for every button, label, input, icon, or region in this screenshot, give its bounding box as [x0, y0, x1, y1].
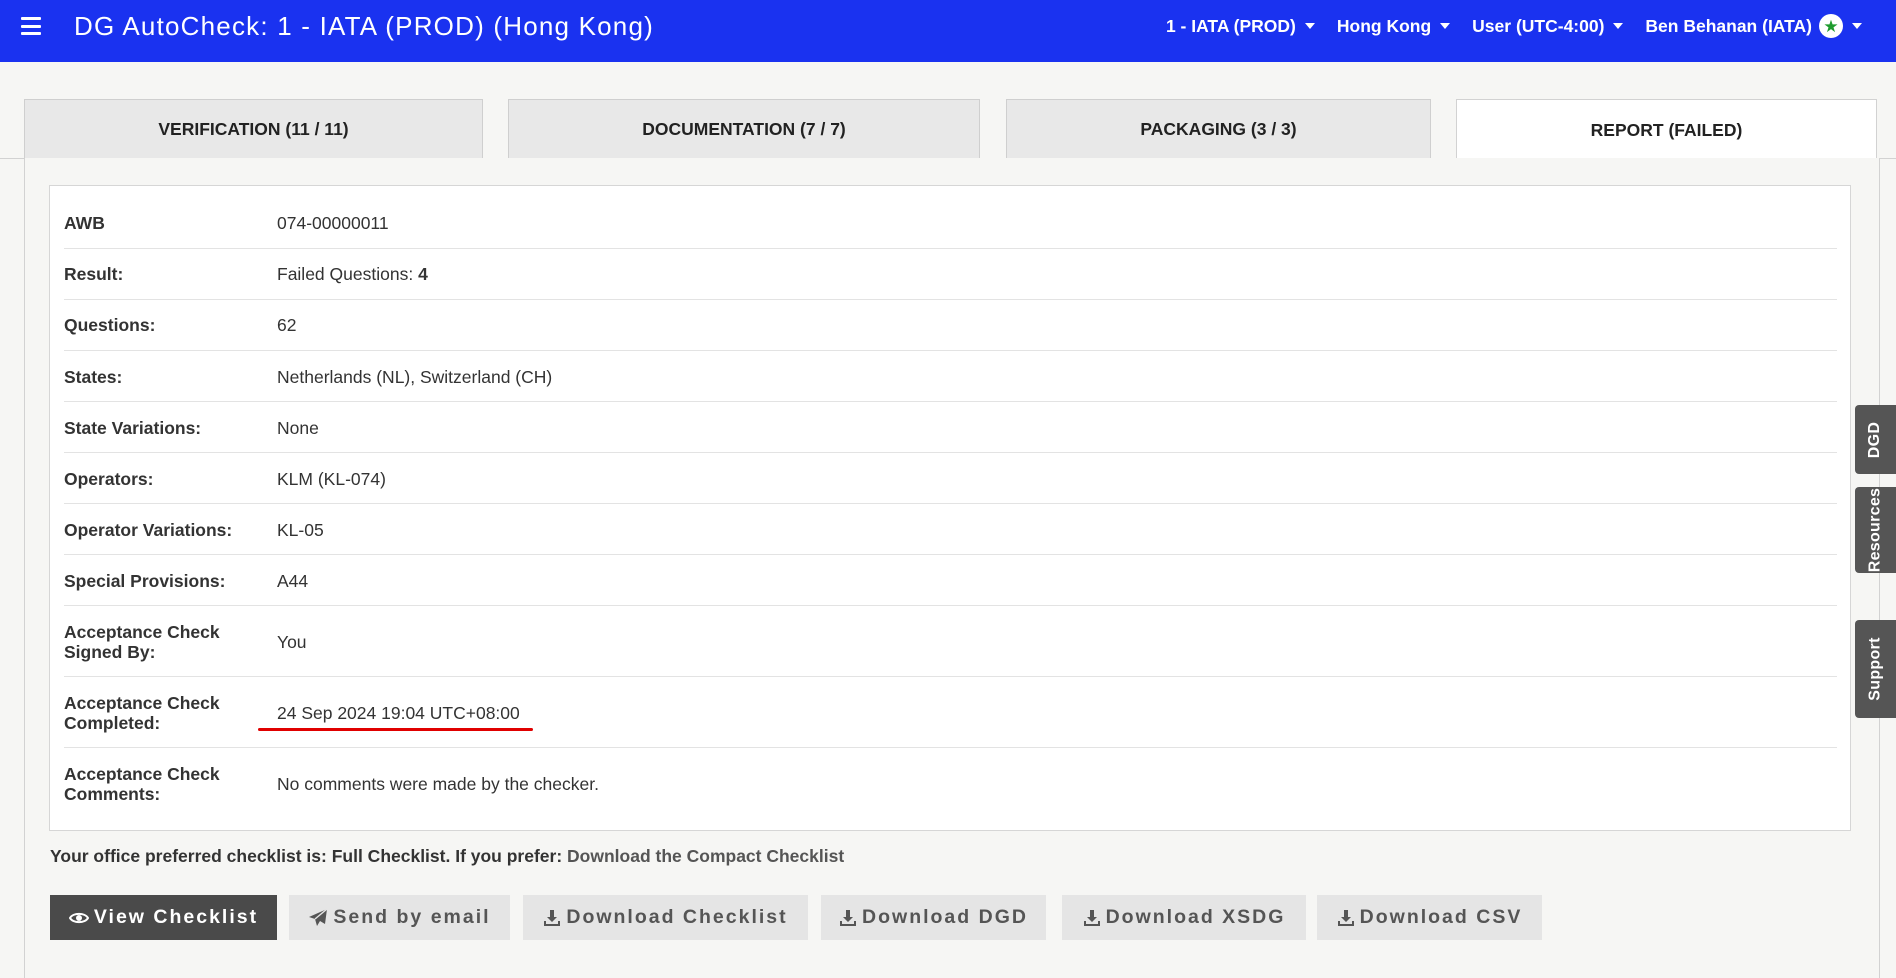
download-dgd-button[interactable]: Download DGD — [821, 895, 1046, 940]
failed-questions-label: Failed Questions: — [277, 264, 414, 284]
completed-timestamp: 24 Sep 2024 19:04 UTC+08:00 — [277, 703, 520, 723]
user-label: Ben Behanan (IATA) — [1645, 15, 1812, 36]
paper-plane-icon — [308, 907, 328, 928]
side-tab-resources[interactable]: Resources — [1855, 487, 1896, 573]
caret-down-icon — [1440, 23, 1451, 29]
row-label: Acceptance Check Signed By: — [64, 622, 220, 662]
row-label: Operator Variations: — [64, 520, 233, 540]
row-value: 62 — [277, 315, 297, 335]
download-xsdg-button[interactable]: Download XSDG — [1062, 895, 1306, 940]
hamburger-menu-icon[interactable] — [21, 17, 41, 35]
report-row-operator-variations: Operator Variations: KL-05 — [64, 504, 1837, 555]
row-value: No comments were made by the checker. — [277, 774, 599, 794]
send-by-email-button[interactable]: Send by email — [289, 895, 510, 940]
report-summary-table: AWB 074-00000011 Result: Failed Question… — [49, 185, 1851, 831]
top-menu: 1 - IATA (PROD) Hong Kong User (UTC-4:00… — [1144, 14, 1862, 38]
row-label: Questions: — [64, 315, 156, 335]
row-value: None — [277, 418, 319, 438]
row-label: Acceptance Check Completed: — [64, 693, 220, 733]
row-value: A44 — [277, 571, 309, 591]
star-icon: ★ — [1819, 14, 1843, 38]
report-row-special-provisions: Special Provisions: A44 — [64, 555, 1837, 606]
row-value: Failed Questions: 4 — [277, 264, 428, 285]
row-value: You — [277, 632, 307, 652]
top-navbar: DG AutoCheck: 1 - IATA (PROD) (Hong Kong… — [0, 0, 1896, 62]
caret-down-icon — [1852, 23, 1862, 29]
row-value: KLM (KL-074) — [277, 469, 386, 489]
send-by-email-label: Send by email — [333, 906, 491, 928]
tab-report[interactable]: REPORT (FAILED) — [1456, 99, 1877, 160]
checklist-preference-note: Your office preferred checklist is: Full… — [50, 846, 844, 867]
download-csv-label: Download CSV — [1359, 906, 1523, 928]
row-label: Special Provisions: — [64, 571, 226, 591]
side-tab-label: Support — [1866, 637, 1884, 701]
download-icon — [839, 909, 857, 927]
download-csv-button[interactable]: Download CSV — [1317, 895, 1542, 940]
row-label: Result: — [64, 264, 124, 284]
timezone-label: User (UTC-4:00) — [1472, 15, 1605, 36]
report-row-comments: Acceptance Check Comments: No comments w… — [64, 748, 1837, 819]
side-tab-dgd[interactable]: DGD — [1855, 405, 1896, 474]
row-label: AWB — [64, 213, 105, 233]
environment-dropdown[interactable]: 1 - IATA (PROD) — [1166, 16, 1315, 37]
user-dropdown[interactable]: Ben Behanan (IATA) ★ — [1645, 14, 1862, 38]
side-tab-support[interactable]: Support — [1855, 620, 1896, 718]
row-label: Acceptance Check Comments: — [64, 764, 220, 804]
report-row-awb: AWB 074-00000011 — [64, 186, 1837, 249]
report-row-operators: Operators: KLM (KL-074) — [64, 453, 1837, 504]
download-xsdg-label: Download XSDG — [1105, 906, 1286, 928]
report-row-completed: Acceptance Check Completed: 24 Sep 2024 … — [64, 677, 1837, 748]
download-icon — [1083, 909, 1101, 927]
download-checklist-label: Download Checklist — [566, 906, 788, 928]
report-row-result: Result: Failed Questions: 4 — [64, 249, 1837, 300]
tab-documentation[interactable]: DOCUMENTATION (7 / 7) — [508, 99, 980, 158]
view-checklist-label: View Checklist — [93, 906, 259, 928]
row-value: Netherlands (NL), Switzerland (CH) — [277, 367, 553, 387]
caret-down-icon — [1304, 23, 1315, 29]
download-checklist-button[interactable]: Download Checklist — [523, 895, 808, 940]
report-row-questions: Questions: 62 — [64, 300, 1837, 351]
tab-verification[interactable]: VERIFICATION (11 / 11) — [24, 99, 483, 158]
row-label: Operators: — [64, 469, 154, 489]
report-row-signed-by: Acceptance Check Signed By: You — [64, 606, 1837, 677]
highlight-underline — [258, 728, 533, 731]
location-dropdown[interactable]: Hong Kong — [1336, 15, 1451, 37]
timezone-dropdown[interactable]: User (UTC-4:00) — [1472, 15, 1624, 37]
compact-checklist-link[interactable]: Download the Compact Checklist — [567, 846, 844, 866]
failed-questions-count: 4 — [418, 264, 428, 284]
report-row-states: States: Netherlands (NL), Switzerland (C… — [64, 351, 1837, 402]
download-icon — [1337, 909, 1355, 927]
side-tab-label: DGD — [1866, 421, 1884, 458]
location-label: Hong Kong — [1336, 15, 1432, 36]
row-value: 074-00000011 — [277, 213, 389, 233]
preference-text: Your office preferred checklist is: Full… — [50, 846, 563, 866]
download-dgd-label: Download DGD — [862, 906, 1028, 928]
tab-packaging[interactable]: PACKAGING (3 / 3) — [1006, 99, 1431, 158]
environment-label: 1 - IATA (PROD) — [1165, 15, 1296, 36]
view-checklist-button[interactable]: View Checklist — [50, 895, 277, 940]
row-value: KL-05 — [277, 520, 324, 540]
download-icon — [543, 909, 561, 927]
app-title: DG AutoCheck: 1 - IATA (PROD) (Hong Kong… — [74, 11, 654, 41]
row-label: States: — [64, 367, 123, 387]
report-row-state-variations: State Variations: None — [64, 402, 1837, 453]
eye-icon — [68, 911, 89, 925]
side-tab-label: Resources — [1866, 487, 1884, 573]
caret-down-icon — [1613, 23, 1624, 29]
row-label: State Variations: — [64, 418, 202, 438]
